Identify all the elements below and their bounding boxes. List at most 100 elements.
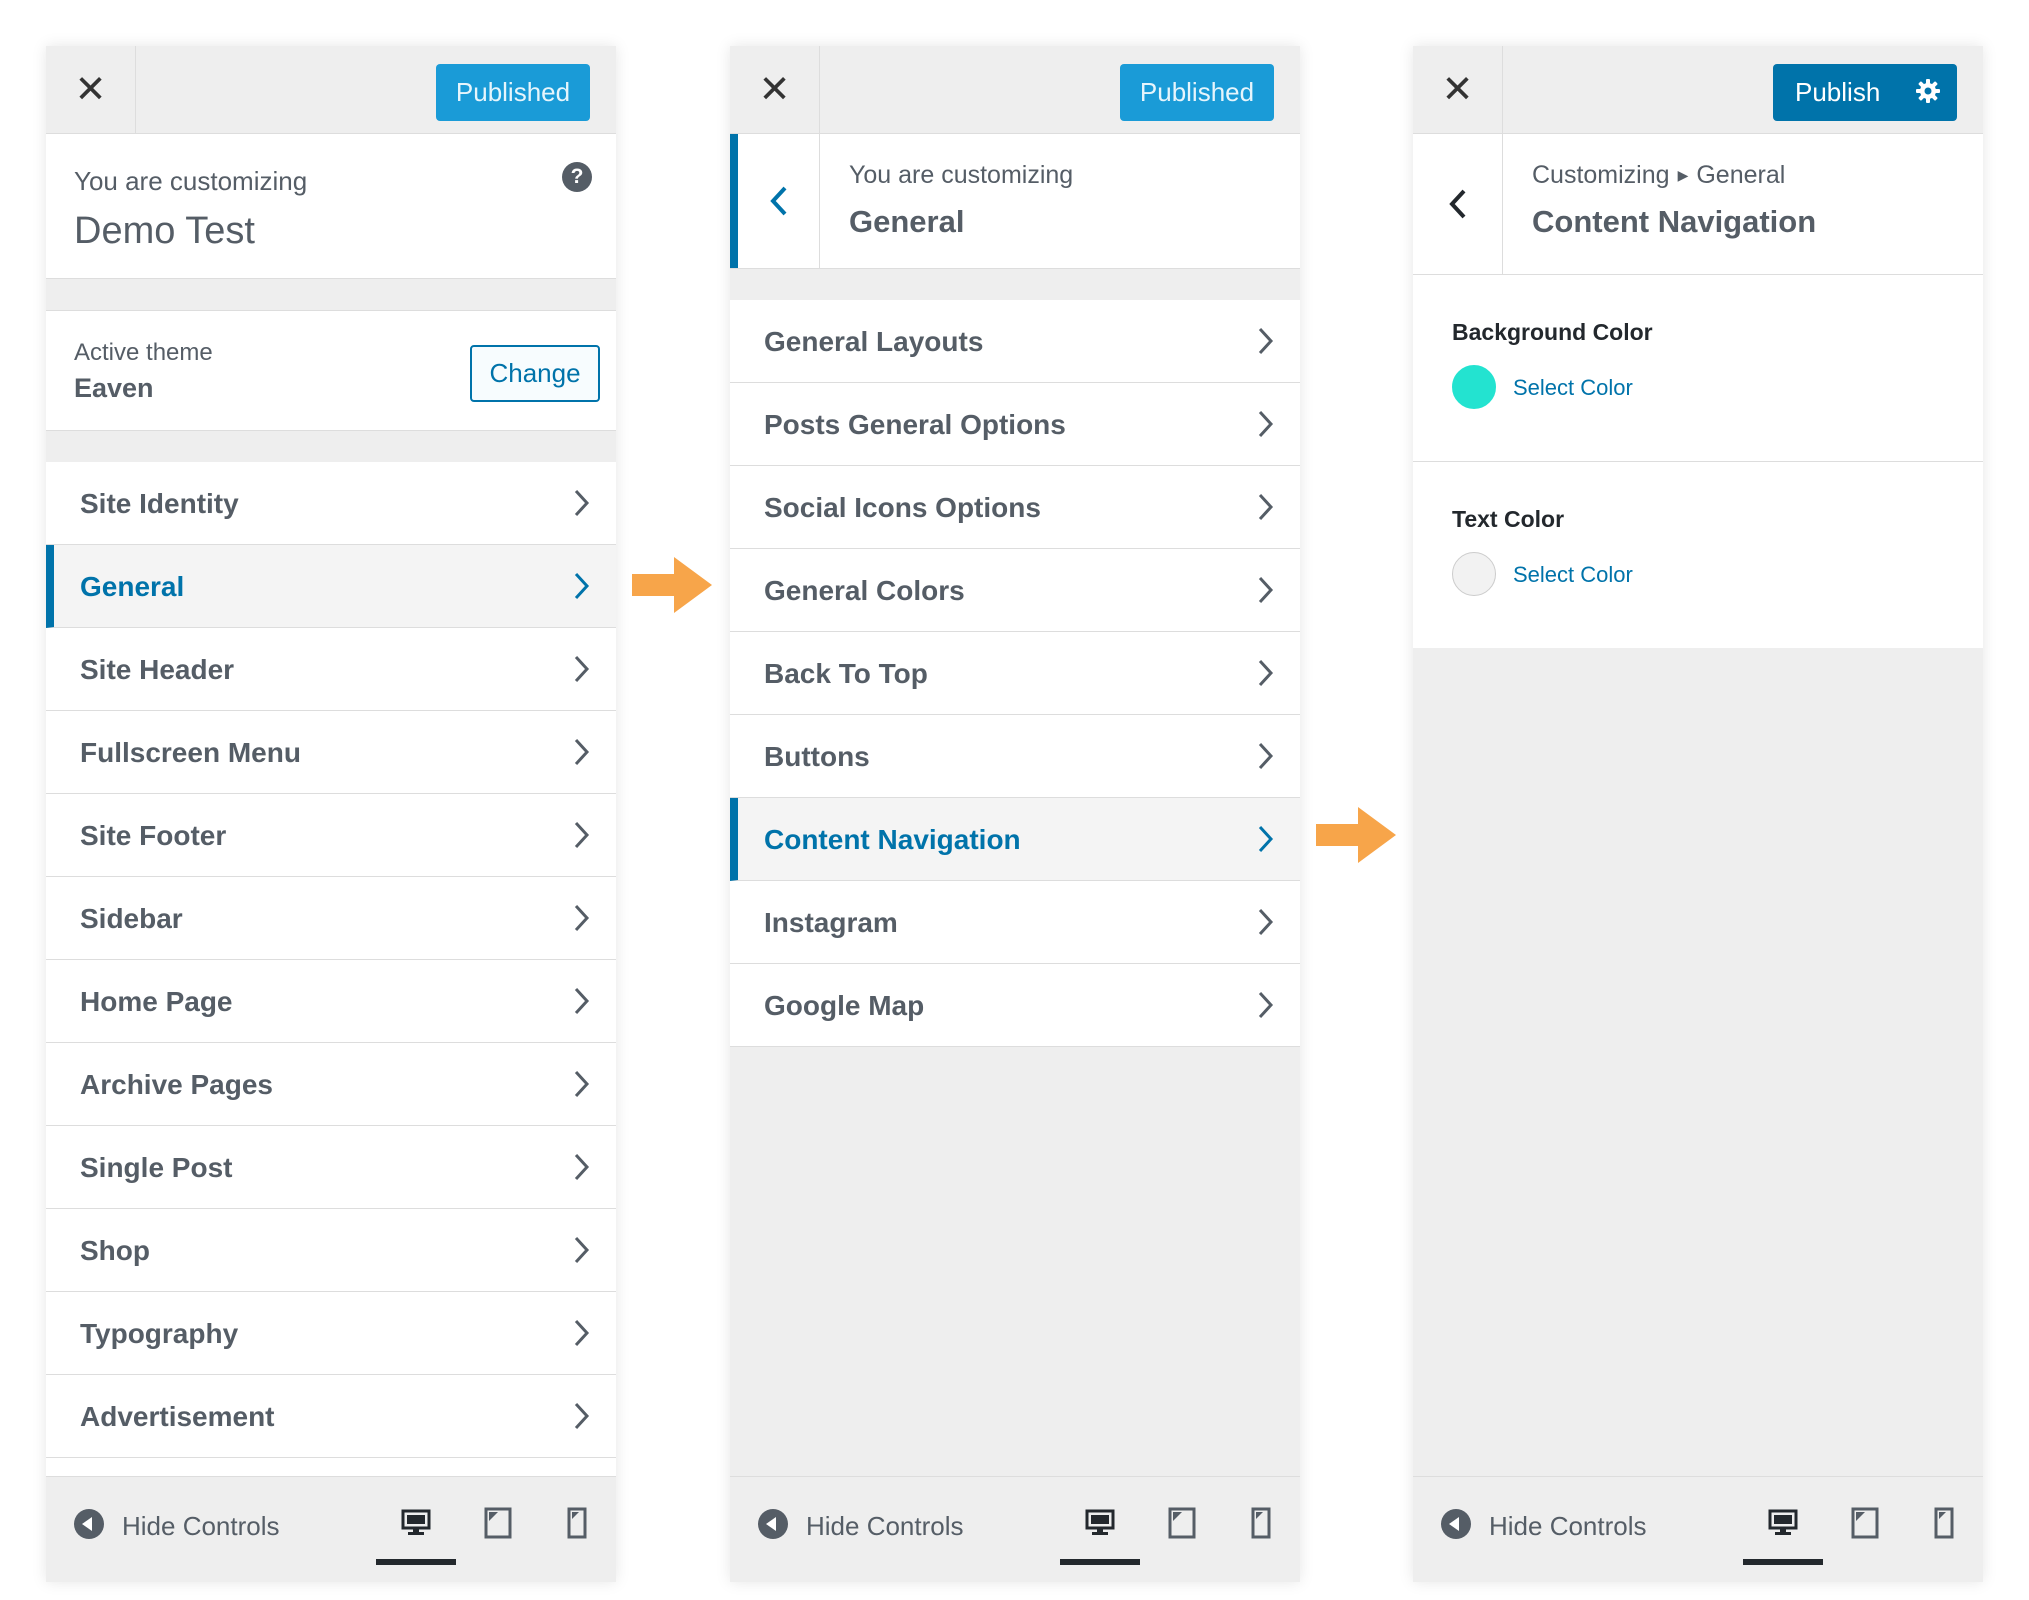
section-list: Site Identity General Site Header Fullscree… bbox=[46, 462, 616, 1541]
publish-label: Publish bbox=[1795, 77, 1881, 107]
subsection-item-content-navigation[interactable]: Content Navigation bbox=[730, 798, 1300, 881]
back-button[interactable] bbox=[1413, 134, 1503, 274]
subsection-item-general-colors[interactable]: General Colors bbox=[730, 549, 1300, 632]
site-title: Demo Test bbox=[74, 210, 255, 252]
chevron-right-icon bbox=[1258, 742, 1274, 770]
chevron-right-icon bbox=[574, 904, 590, 932]
section-item-site-header[interactable]: Site Header bbox=[46, 628, 616, 711]
chevron-right-icon bbox=[574, 738, 590, 766]
published-button[interactable]: Published bbox=[436, 64, 590, 121]
customizing-label: You are customizing bbox=[74, 166, 308, 196]
section-item-site-footer[interactable]: Site Footer bbox=[46, 794, 616, 877]
chevron-right-icon bbox=[1258, 410, 1274, 438]
section-item-general[interactable]: General bbox=[46, 545, 616, 628]
menu-item-label: General bbox=[80, 571, 185, 602]
section-title: Content Navigation bbox=[1532, 204, 1817, 239]
subsection-item-google-map[interactable]: Google Map bbox=[730, 964, 1300, 1047]
chevron-right-icon bbox=[574, 821, 590, 849]
desktop-icon[interactable] bbox=[1765, 1505, 1801, 1541]
chevron-left-icon bbox=[1448, 189, 1465, 219]
tablet-icon[interactable] bbox=[480, 1505, 516, 1541]
menu-item-label: Google Map bbox=[764, 990, 925, 1021]
chevron-right-icon bbox=[574, 489, 590, 517]
flow-arrow-icon bbox=[632, 557, 712, 613]
customizing-label: You are customizing bbox=[849, 161, 1074, 189]
help-icon[interactable]: ? bbox=[562, 162, 592, 192]
chevron-right-icon bbox=[1258, 327, 1274, 355]
customizing-info: You are customizing General bbox=[730, 134, 1300, 269]
subsection-item-buttons[interactable]: Buttons bbox=[730, 715, 1300, 798]
active-theme-label: Active theme bbox=[74, 339, 213, 366]
menu-item-label: Buttons bbox=[764, 741, 870, 772]
subsection-list: General Layouts Posts General Options Soci… bbox=[730, 300, 1300, 1047]
publish-button[interactable]: Publish bbox=[1773, 64, 1957, 121]
section-item-advertisement[interactable]: Advertisement bbox=[46, 1375, 616, 1458]
customizer-panel-main: ✕ Published You are customizing Demo Tes… bbox=[46, 46, 616, 1582]
menu-item-label: Archive Pages bbox=[80, 1069, 273, 1100]
mobile-icon[interactable] bbox=[1926, 1505, 1962, 1541]
hide-controls-button[interactable]: Hide Controls bbox=[1489, 1511, 1647, 1542]
customizer-header: ✕ Publish bbox=[1413, 46, 1983, 134]
chevron-right-icon bbox=[574, 1153, 590, 1181]
subsection-item-posts-general-options[interactable]: Posts General Options bbox=[730, 383, 1300, 466]
customizer-header: ✕ Published bbox=[730, 46, 1300, 134]
text-select-color-button[interactable]: Select Color bbox=[1513, 562, 1633, 588]
close-icon[interactable]: ✕ bbox=[1413, 46, 1503, 133]
back-button[interactable] bbox=[730, 134, 820, 268]
subsection-item-general-layouts[interactable]: General Layouts bbox=[730, 300, 1300, 383]
section-item-home-page[interactable]: Home Page bbox=[46, 960, 616, 1043]
close-icon[interactable]: ✕ bbox=[46, 46, 136, 133]
active-theme-section: Active theme Eaven Change bbox=[46, 310, 616, 431]
section-item-archive-pages[interactable]: Archive Pages bbox=[46, 1043, 616, 1126]
section-item-fullscreen-menu[interactable]: Fullscreen Menu bbox=[46, 711, 616, 794]
tablet-icon[interactable] bbox=[1164, 1505, 1200, 1541]
section-item-sidebar[interactable]: Sidebar bbox=[46, 877, 616, 960]
chevron-right-icon bbox=[574, 1319, 590, 1347]
section-item-shop[interactable]: Shop bbox=[46, 1209, 616, 1292]
caret-right-icon: ▶ bbox=[1677, 167, 1689, 183]
background-select-color-button[interactable]: Select Color bbox=[1513, 375, 1633, 401]
hide-controls-button[interactable]: Hide Controls bbox=[122, 1511, 280, 1542]
mobile-icon[interactable] bbox=[559, 1505, 595, 1541]
menu-item-label: General Colors bbox=[764, 575, 965, 606]
change-theme-button[interactable]: Change bbox=[470, 345, 600, 402]
subsection-item-instagram[interactable]: Instagram bbox=[730, 881, 1300, 964]
mobile-icon[interactable] bbox=[1243, 1505, 1279, 1541]
customizing-info: You are customizing Demo Test ? bbox=[46, 134, 616, 279]
section-item-typography[interactable]: Typography bbox=[46, 1292, 616, 1375]
subsection-item-social-icons-options[interactable]: Social Icons Options bbox=[730, 466, 1300, 549]
menu-item-label: Typography bbox=[80, 1318, 239, 1349]
text-color-swatch[interactable] bbox=[1452, 552, 1496, 596]
chevron-right-icon bbox=[1258, 908, 1274, 936]
customizer-footer: Hide Controls bbox=[46, 1476, 616, 1582]
menu-item-label: Shop bbox=[80, 1235, 150, 1266]
section-title: General bbox=[849, 204, 965, 239]
subsection-item-back-to-top[interactable]: Back To Top bbox=[730, 632, 1300, 715]
published-button[interactable]: Published bbox=[1120, 64, 1274, 121]
breadcrumb-root: Customizing bbox=[1532, 161, 1670, 189]
section-item-single-post[interactable]: Single Post bbox=[46, 1126, 616, 1209]
collapse-icon[interactable] bbox=[74, 1509, 104, 1539]
menu-item-label: Site Footer bbox=[80, 820, 227, 851]
flow-arrow-icon bbox=[1316, 807, 1396, 863]
customizing-info: Customizing ▶ General Content Navigation bbox=[1413, 134, 1983, 275]
background-color-control: Background Color Select Color bbox=[1413, 275, 1983, 462]
desktop-icon[interactable] bbox=[1082, 1505, 1118, 1541]
close-icon[interactable]: ✕ bbox=[730, 46, 820, 133]
breadcrumb-parent: General bbox=[1696, 161, 1786, 189]
section-item-site-identity[interactable]: Site Identity bbox=[46, 462, 616, 545]
chevron-right-icon bbox=[574, 987, 590, 1015]
menu-item-label: General Layouts bbox=[764, 326, 984, 357]
gear-icon[interactable] bbox=[1913, 76, 1943, 106]
tablet-icon[interactable] bbox=[1847, 1505, 1883, 1541]
hide-controls-button[interactable]: Hide Controls bbox=[806, 1511, 964, 1542]
chevron-right-icon bbox=[574, 655, 590, 683]
background-color-swatch[interactable] bbox=[1452, 365, 1496, 409]
collapse-icon[interactable] bbox=[1441, 1509, 1471, 1539]
menu-item-label: Site Header bbox=[80, 654, 235, 685]
collapse-icon[interactable] bbox=[758, 1509, 788, 1539]
chevron-right-icon bbox=[1258, 493, 1274, 521]
desktop-icon[interactable] bbox=[398, 1505, 434, 1541]
customizer-panel-general: ✕ Published You are customizing General … bbox=[730, 46, 1300, 1582]
customizer-header: ✕ Published bbox=[46, 46, 616, 134]
